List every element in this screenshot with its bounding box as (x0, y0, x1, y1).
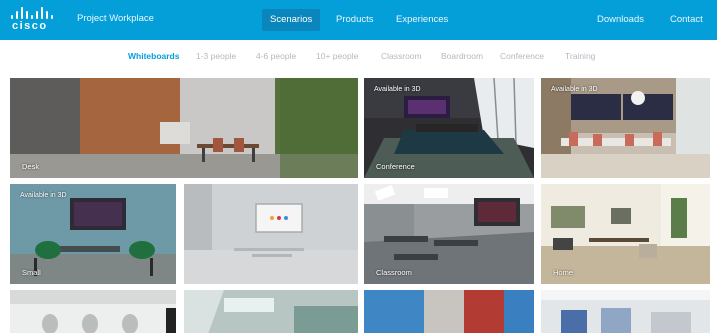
filter-whiteboards[interactable]: Whiteboards (128, 51, 179, 61)
scenario-tile-conference[interactable]: Available in 3D Conference (364, 78, 534, 178)
nav-scenarios[interactable]: Scenarios (262, 9, 321, 31)
scenario-filter-bar: Whiteboards 1-3 people 4-6 people 10+ pe… (0, 48, 717, 68)
filter-conference[interactable]: Conference (500, 51, 544, 61)
room-image (184, 290, 358, 333)
scenario-tile-row3-4[interactable] (541, 290, 710, 333)
scenario-tile-boardroom[interactable]: Available in 3D (541, 78, 710, 178)
nav-products[interactable]: Products (328, 9, 382, 31)
filter-4-6-people[interactable]: 4-6 people (256, 51, 296, 61)
desk-room-image (10, 78, 358, 178)
nav-experiences[interactable]: Experiences (388, 9, 456, 31)
scenario-tile-home[interactable]: Home (541, 184, 710, 284)
scenario-tile-desk[interactable]: Desk (10, 78, 358, 178)
nav-downloads[interactable]: Downloads (589, 9, 652, 31)
open-space-image (184, 184, 358, 284)
app-title[interactable]: Project Workplace (77, 13, 154, 24)
boardroom-image (541, 78, 710, 178)
available-in-3d-badge: Available in 3D (20, 192, 67, 199)
cisco-logo[interactable]: cisco (8, 6, 62, 34)
scenario-tile-row3-2[interactable] (184, 290, 358, 333)
scenario-tile-small[interactable]: Available in 3D Small (10, 184, 176, 284)
tile-caption: Home (553, 268, 574, 277)
room-image (10, 290, 176, 333)
tile-caption: Conference (376, 162, 415, 171)
room-image (364, 290, 534, 333)
tile-caption: Desk (22, 162, 40, 171)
filter-1-3-people[interactable]: 1-3 people (196, 51, 236, 61)
filter-classroom[interactable]: Classroom (381, 51, 422, 61)
available-in-3d-badge: Available in 3D (374, 86, 421, 93)
filter-boardroom[interactable]: Boardroom (441, 51, 483, 61)
top-nav-bar: cisco Project Workplace Scenarios Produc… (0, 0, 717, 40)
tile-caption: Small (22, 268, 41, 277)
scenario-grid: Desk Available in 3D Conference Availabl… (10, 78, 717, 333)
scenario-tile-classroom[interactable]: Classroom (364, 184, 534, 284)
scenario-tile-open-space[interactable] (184, 184, 358, 284)
filter-10-plus-people[interactable]: 10+ people (316, 51, 358, 61)
nav-contact[interactable]: Contact (662, 9, 711, 31)
tile-caption: Classroom (376, 268, 412, 277)
scenario-tile-row3-1[interactable] (10, 290, 176, 333)
room-image (541, 290, 710, 333)
available-in-3d-badge: Available in 3D (551, 86, 598, 93)
cisco-logo-bars-icon (11, 7, 59, 19)
filter-training[interactable]: Training (565, 51, 595, 61)
logo-wordmark: cisco (12, 20, 48, 32)
scenario-tile-row3-3[interactable] (364, 290, 534, 333)
